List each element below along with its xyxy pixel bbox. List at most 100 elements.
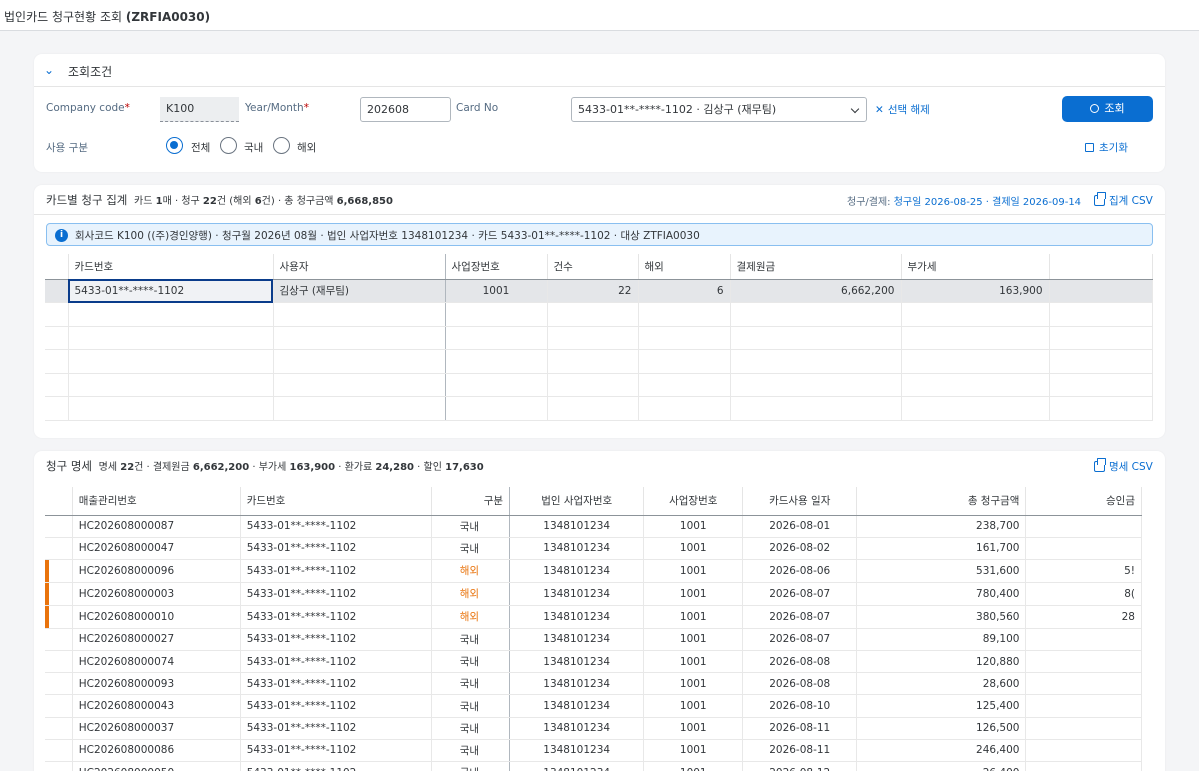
cell-date[interactable]: 2026-08-08 [742, 650, 858, 674]
table-row[interactable]: HC202608000087 5433-01**-****-1102 국내 13481… [45, 515, 1142, 538]
cell-biz[interactable]: 1001 [643, 672, 744, 696]
search-button[interactable]: 조회 [1062, 96, 1153, 122]
cell-biz[interactable]: 1001 [643, 582, 744, 606]
cell-sales-no[interactable]: HC202608000003 [72, 582, 241, 606]
company-code-field[interactable]: K100 [160, 97, 239, 122]
card-no-select[interactable]: 5433-01**-****-1102 · 김상구 (재무팀) [571, 97, 867, 122]
cell-card[interactable]: 5433-01**-****-1102 [240, 672, 433, 696]
row-selector[interactable] [45, 537, 73, 560]
cell-approved[interactable] [1025, 515, 1142, 538]
col-header-corp-no[interactable]: 법인 사업자번호 [509, 487, 645, 516]
cell-corp-no[interactable]: 1348101234 [509, 582, 645, 606]
col-header-overseas[interactable]: 해외 [638, 254, 731, 280]
cell-biz[interactable]: 1001 [643, 739, 744, 763]
cell-amount[interactable]: 28,600 [856, 672, 1027, 696]
cell-amount[interactable]: 238,700 [856, 515, 1027, 538]
cell-date[interactable]: 2026-08-02 [742, 537, 858, 560]
cell-type[interactable]: 국내 [431, 515, 511, 538]
row-selector[interactable] [45, 605, 73, 629]
row-selector[interactable] [45, 694, 73, 718]
col-header-type[interactable]: 구분 [431, 487, 511, 516]
cell-biz[interactable]: 1001 [643, 650, 744, 674]
cell-amount[interactable]: 126,500 [856, 717, 1027, 740]
cell-card[interactable]: 5433-01**-****-1102 [240, 717, 433, 740]
cell-biz[interactable]: 1001 [643, 717, 744, 740]
cell-type[interactable]: 국내 [431, 739, 511, 763]
col-header-biz[interactable]: 사업장번호 [643, 487, 744, 516]
cell-type[interactable]: 국내 [431, 717, 511, 740]
collapse-chevron-icon[interactable]: ⌄ [44, 63, 54, 77]
cell-card[interactable]: 5433-01**-****-1102 [240, 537, 433, 560]
cell-date[interactable]: 2026-08-11 [742, 717, 858, 740]
cell-type[interactable]: 해외 [431, 582, 511, 606]
row-selector[interactable] [45, 739, 73, 763]
cell-biz[interactable]: 1001 [445, 279, 548, 303]
cell-date[interactable]: 2026-08-12 [742, 761, 858, 771]
col-header-vat[interactable]: 부가세 [901, 254, 1050, 280]
usage-radio-overseas[interactable] [273, 137, 290, 154]
table-row[interactable]: HC202608000093 5433-01**-****-1102 국내 13481… [45, 672, 1142, 696]
table-row[interactable]: HC202608000010 5433-01**-****-1102 해외 13481… [45, 605, 1142, 629]
cell-type[interactable]: 국내 [431, 694, 511, 718]
cell-biz[interactable]: 1001 [643, 761, 744, 771]
cell-approved[interactable]: 5! [1025, 559, 1142, 583]
cell-card[interactable]: 5433-01**-****-1102 [68, 279, 274, 303]
table-row[interactable]: HC202608000047 5433-01**-****-1102 국내 13481… [45, 537, 1142, 560]
cell-overseas[interactable]: 6 [638, 279, 731, 303]
cell-date[interactable]: 2026-08-07 [742, 628, 858, 652]
cell-approved[interactable] [1025, 672, 1142, 696]
cell-biz[interactable]: 1001 [643, 694, 744, 718]
row-selector[interactable] [45, 650, 73, 674]
row-selector[interactable] [45, 672, 73, 696]
cell-type[interactable]: 해외 [431, 559, 511, 583]
cell-corp-no[interactable]: 1348101234 [509, 559, 645, 583]
row-selector[interactable] [45, 628, 73, 652]
cell-date[interactable]: 2026-08-07 [742, 605, 858, 629]
cell-date[interactable]: 2026-08-07 [742, 582, 858, 606]
cell-card[interactable]: 5433-01**-****-1102 [240, 739, 433, 763]
cell-amount[interactable]: 125,400 [856, 694, 1027, 718]
cell-corp-no[interactable]: 1348101234 [509, 537, 645, 560]
cell-amount[interactable]: 380,560 [856, 605, 1027, 629]
row-selector[interactable] [45, 515, 73, 538]
cell-card[interactable]: 5433-01**-****-1102 [240, 582, 433, 606]
table-row[interactable]: HC202608000027 5433-01**-****-1102 국내 13481… [45, 628, 1142, 652]
summary-csv-button[interactable]: 집계 CSV [1094, 192, 1153, 208]
cell-corp-no[interactable]: 1348101234 [509, 739, 645, 763]
row-selector[interactable] [45, 717, 73, 740]
row-selector[interactable] [45, 279, 69, 303]
cell-approved[interactable] [1025, 628, 1142, 652]
cell-card[interactable]: 5433-01**-****-1102 [240, 515, 433, 538]
usage-radio-domestic[interactable] [220, 137, 237, 154]
cell-corp-no[interactable]: 1348101234 [509, 628, 645, 652]
cell-date[interactable]: 2026-08-06 [742, 559, 858, 583]
table-row[interactable]: 5433-01**-****-1102 김상구 (재무팀) 1001 22 6 … [45, 279, 1153, 303]
cell-approved[interactable]: 8( [1025, 582, 1142, 606]
cell-card[interactable]: 5433-01**-****-1102 [240, 605, 433, 629]
col-header-principal[interactable]: 결제원금 [730, 254, 902, 280]
table-row[interactable]: HC202608000037 5433-01**-****-1102 국내 13481… [45, 717, 1142, 740]
cell-biz[interactable]: 1001 [643, 628, 744, 652]
cell-type[interactable]: 국내 [431, 672, 511, 696]
cell-biz[interactable]: 1001 [643, 605, 744, 629]
cell-date[interactable]: 2026-08-01 [742, 515, 858, 538]
cell-approved[interactable] [1025, 739, 1142, 763]
table-row[interactable]: HC202608000003 5433-01**-****-1102 해외 13481… [45, 582, 1142, 606]
cell-approved[interactable]: 28 [1025, 605, 1142, 629]
cell-card[interactable]: 5433-01**-****-1102 [240, 650, 433, 674]
col-header-date[interactable]: 카드사용 일자 [742, 487, 858, 516]
cell-sales-no[interactable]: HC202608000087 [72, 515, 241, 538]
col-header-card[interactable]: 카드번호 [240, 487, 433, 516]
cell-sales-no[interactable]: HC202608000096 [72, 559, 241, 583]
cell-card[interactable]: 5433-01**-****-1102 [240, 559, 433, 583]
cell-sales-no[interactable]: HC202608000093 [72, 672, 241, 696]
cell-card[interactable]: 5433-01**-****-1102 [240, 694, 433, 718]
cell-amount[interactable]: 246,400 [856, 739, 1027, 763]
table-row[interactable]: HC202608000086 5433-01**-****-1102 국내 13481… [45, 739, 1142, 763]
table-row[interactable]: HC202608000043 5433-01**-****-1102 국내 13481… [45, 694, 1142, 718]
cell-type[interactable]: 국내 [431, 537, 511, 560]
cell-approved[interactable] [1025, 761, 1142, 771]
col-header-count[interactable]: 건수 [547, 254, 639, 280]
cell-sales-no[interactable]: HC202608000086 [72, 739, 241, 763]
row-selector[interactable] [45, 761, 73, 771]
